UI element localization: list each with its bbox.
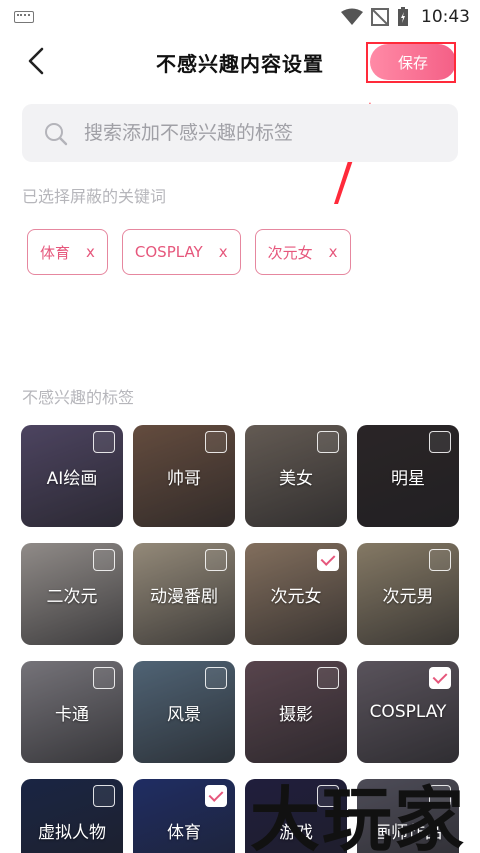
checkbox-icon[interactable] — [429, 549, 451, 571]
highlight-frame — [366, 42, 456, 83]
search-input[interactable] — [84, 104, 444, 162]
clock: 10:43 — [421, 7, 470, 27]
keyword-chip[interactable]: COSPLAY x — [121, 229, 241, 275]
checkbox-checked-icon[interactable] — [205, 785, 227, 807]
status-bar: 10:43 — [0, 0, 480, 34]
tag-tile[interactable]: 明星 — [357, 425, 459, 527]
chip-label: 体育 — [40, 243, 71, 262]
search-icon — [45, 123, 68, 146]
tag-tile[interactable]: COSPLAY — [357, 661, 459, 763]
checkbox-icon[interactable] — [205, 667, 227, 689]
battery-icon — [398, 7, 408, 26]
tag-tile[interactable]: 二次元 — [21, 543, 123, 645]
tag-tile[interactable]: 帅哥 — [133, 425, 235, 527]
checkbox-icon[interactable] — [205, 549, 227, 571]
chip-label: 次元女 — [267, 243, 313, 262]
checkbox-icon[interactable] — [93, 431, 115, 453]
checkbox-icon[interactable] — [317, 431, 339, 453]
tag-tile[interactable]: 卡通 — [21, 661, 123, 763]
remove-chip-icon[interactable]: x — [329, 243, 338, 261]
tag-tile[interactable]: 画师作品 — [357, 779, 459, 853]
keyboard-icon — [14, 11, 34, 23]
selected-keywords: 体育 x COSPLAY x 次元女 x — [27, 229, 351, 275]
checkbox-icon[interactable] — [429, 431, 451, 453]
checkbox-icon[interactable] — [93, 667, 115, 689]
checkbox-icon[interactable] — [317, 667, 339, 689]
tag-grid: AI绘画 帅哥 美女 明星二次元 动漫番剧 次元女 次元男卡通 风景 摄影 COSPLAY 虚拟人物… — [21, 425, 461, 853]
tag-tile[interactable]: 虚拟人物 — [21, 779, 123, 853]
tag-tile[interactable]: 美女 — [245, 425, 347, 527]
remove-chip-icon[interactable]: x — [86, 243, 95, 261]
tag-tile[interactable]: 次元男 — [357, 543, 459, 645]
checkbox-checked-icon[interactable] — [429, 667, 451, 689]
tag-tile[interactable]: AI绘画 — [21, 425, 123, 527]
header: 不感兴趣内容设置 保存 — [0, 34, 480, 90]
no-signal-icon — [371, 8, 389, 26]
selected-keywords-label: 已选择屏蔽的关键词 — [22, 187, 167, 206]
tag-tile[interactable]: 风景 — [133, 661, 235, 763]
keyword-chip[interactable]: 次元女 x — [254, 229, 351, 275]
search-bar[interactable] — [22, 104, 458, 162]
chip-label: COSPLAY — [134, 243, 203, 261]
checkbox-icon[interactable] — [93, 549, 115, 571]
tag-tile[interactable]: 体育 — [133, 779, 235, 853]
checkbox-icon[interactable] — [429, 785, 451, 807]
tag-tile[interactable]: 摄影 — [245, 661, 347, 763]
tag-tile[interactable]: 次元女 — [245, 543, 347, 645]
keyword-chip[interactable]: 体育 x — [27, 229, 108, 275]
checkbox-icon[interactable] — [317, 785, 339, 807]
checkbox-checked-icon[interactable] — [317, 549, 339, 571]
wifi-icon — [341, 8, 363, 25]
status-icons: 10:43 — [341, 4, 470, 30]
tag-tile[interactable]: 动漫番剧 — [133, 543, 235, 645]
checkbox-icon[interactable] — [205, 431, 227, 453]
tag-tile[interactable]: 游戏 — [245, 779, 347, 853]
tags-section-label: 不感兴趣的标签 — [22, 388, 135, 407]
remove-chip-icon[interactable]: x — [219, 243, 228, 261]
checkbox-icon[interactable] — [93, 785, 115, 807]
